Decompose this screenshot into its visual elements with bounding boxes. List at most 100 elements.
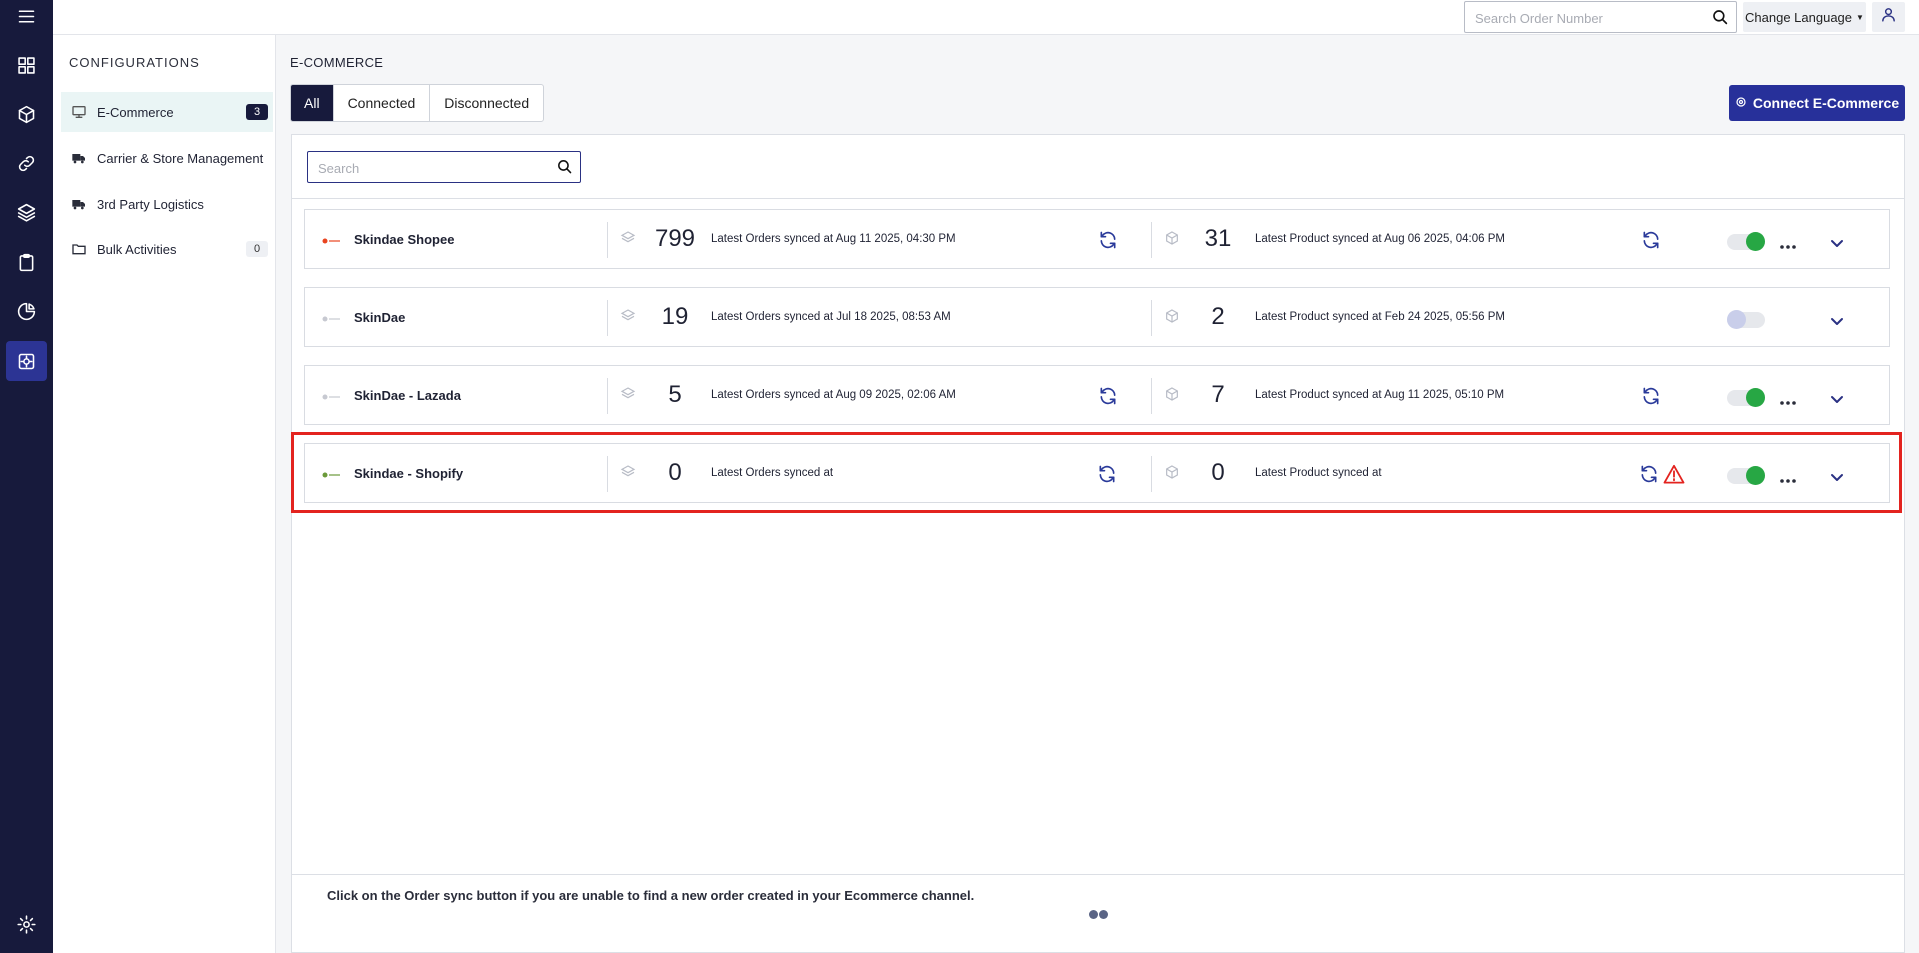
settings-active-icon[interactable]: [6, 341, 47, 381]
orders-synced-text: Latest Orders synced at Aug 11 2025, 04:…: [711, 233, 956, 245]
sync-products-icon[interactable]: [1641, 230, 1661, 255]
box-icon[interactable]: [6, 94, 47, 134]
channel-name: Skindae Shopee: [354, 232, 455, 247]
footer-panel: Click on the Order sync button if you ar…: [291, 875, 1905, 953]
channel-toggle[interactable]: [1727, 310, 1765, 329]
more-options-icon[interactable]: [1779, 393, 1797, 411]
layers-icon[interactable]: [6, 192, 47, 232]
product-count: 31: [1204, 225, 1232, 252]
bulk-count-badge: 0: [246, 241, 268, 257]
chevron-down-icon[interactable]: [1830, 392, 1844, 410]
layers-icon: [620, 464, 636, 485]
connect-ecommerce-button[interactable]: Connect E-Commerce: [1729, 85, 1905, 121]
more-options-icon[interactable]: [1779, 237, 1797, 255]
sidebar-item-ecommerce[interactable]: E-Commerce 3: [61, 92, 273, 132]
channel-toggle[interactable]: [1727, 388, 1765, 407]
change-language-label: Change Language: [1745, 9, 1853, 25]
channel-logo: [321, 234, 341, 246]
products-synced-text: Latest Product synced at: [1255, 467, 1382, 479]
divider: [607, 378, 608, 414]
search-icon[interactable]: [1711, 8, 1729, 31]
sidebar-item-label: E-Commerce: [97, 104, 174, 120]
search-icon[interactable]: [556, 158, 573, 180]
gear-icon[interactable]: [6, 904, 47, 944]
order-count: 799: [654, 225, 696, 252]
divider: [607, 300, 608, 336]
pie-chart-icon[interactable]: [6, 291, 47, 331]
channel-search-area: [292, 135, 1904, 199]
loading-indicator: [1089, 910, 1108, 919]
sync-orders-icon[interactable]: [1097, 464, 1117, 489]
divider: [1151, 222, 1152, 258]
order-count: 0: [668, 459, 682, 486]
channel-logo: [321, 312, 341, 324]
channel-toggle[interactable]: [1727, 466, 1765, 485]
caret-down-icon: ▼: [1856, 12, 1864, 22]
ecommerce-count-badge: 3: [246, 104, 268, 120]
box-icon: [1164, 308, 1180, 329]
orders-synced-text: Latest Orders synced at: [711, 467, 834, 479]
product-count: 2: [1211, 303, 1225, 330]
chevron-down-icon[interactable]: [1830, 314, 1844, 332]
channel-row[interactable]: Skindae - Shopify 0 Latest Orders synced a…: [304, 443, 1890, 503]
product-count: 7: [1211, 381, 1225, 408]
change-language-button[interactable]: Change Language ▼: [1743, 2, 1866, 32]
box-icon: [1164, 464, 1180, 485]
divider: [1151, 378, 1152, 414]
toggle-knob: [1746, 232, 1765, 251]
products-synced-text: Latest Product synced at Aug 11 2025, 05…: [1255, 389, 1505, 401]
divider: [607, 222, 608, 258]
user-button[interactable]: [1872, 2, 1905, 32]
order-search-input[interactable]: [1475, 9, 1695, 27]
products-synced-text: Latest Product synced at Feb 24 2025, 05…: [1255, 311, 1505, 323]
channel-search-input[interactable]: [318, 159, 548, 177]
divider: [1151, 300, 1152, 336]
menu-icon[interactable]: [6, 0, 47, 36]
sidebar-item-3pl[interactable]: 3rd Party Logistics: [61, 184, 273, 224]
channel-name: Skindae - Shopify: [354, 466, 464, 481]
configurations-sidebar: CONFIGURATIONS E-Commerce 3 Carrier & St…: [53, 35, 276, 953]
chevron-down-icon[interactable]: [1830, 470, 1844, 488]
sync-products-icon[interactable]: [1639, 464, 1659, 489]
tab-disconnected[interactable]: Disconnected: [430, 85, 543, 121]
sidebar-item-label: 3rd Party Logistics: [97, 196, 204, 212]
channel-search-box: [307, 151, 581, 183]
plug-icon: [1735, 95, 1747, 111]
sync-help-note: Click on the Order sync button if you ar…: [327, 888, 975, 903]
link-icon[interactable]: [6, 143, 47, 183]
sidebar-item-carrier[interactable]: Carrier & Store Management: [61, 138, 273, 178]
chevron-down-icon[interactable]: [1830, 236, 1844, 254]
truck-icon: [71, 196, 87, 212]
sync-orders-icon[interactable]: [1098, 230, 1118, 255]
more-options-icon[interactable]: [1779, 471, 1797, 489]
channel-row[interactable]: SkinDae - Lazada 5 Latest Orders synced at…: [304, 365, 1890, 425]
warning-icon[interactable]: [1663, 464, 1685, 489]
order-count: 19: [661, 303, 689, 330]
order-search-box: [1464, 1, 1737, 33]
toggle-knob: [1746, 466, 1765, 485]
channel-row[interactable]: Skindae Shopee 799 Latest Orders synced at…: [304, 209, 1890, 269]
channel-toggle[interactable]: [1727, 232, 1765, 251]
folder-icon: [71, 241, 87, 257]
box-icon: [1164, 386, 1180, 407]
layers-icon: [620, 308, 636, 329]
channels-panel: Skindae Shopee 799 Latest Orders synced at…: [291, 134, 1905, 875]
connect-ecommerce-label: Connect E-Commerce: [1752, 95, 1900, 111]
channel-logo: [321, 468, 341, 480]
ecommerce-icon: [71, 104, 87, 120]
sync-orders-icon[interactable]: [1098, 386, 1118, 411]
orders-synced-text: Latest Orders synced at Aug 09 2025, 02:…: [711, 389, 956, 401]
toggle-knob: [1727, 310, 1746, 329]
tab-connected[interactable]: Connected: [334, 85, 431, 121]
tab-all[interactable]: All: [291, 85, 334, 121]
divider: [1151, 456, 1152, 492]
sidebar-item-bulk-activities[interactable]: Bulk Activities 0: [61, 229, 273, 269]
products-synced-text: Latest Product synced at Aug 06 2025, 04…: [1255, 233, 1505, 245]
clipboard-icon[interactable]: [6, 242, 47, 282]
dashboard-icon[interactable]: [6, 45, 47, 85]
sync-products-icon[interactable]: [1641, 386, 1661, 411]
channel-logo: [321, 390, 341, 402]
top-bar: Change Language ▼: [53, 0, 1919, 35]
channel-name: SkinDae - Lazada: [354, 388, 461, 403]
channel-row[interactable]: SkinDae 19 Latest Orders synced at Jul 18 …: [304, 287, 1890, 347]
